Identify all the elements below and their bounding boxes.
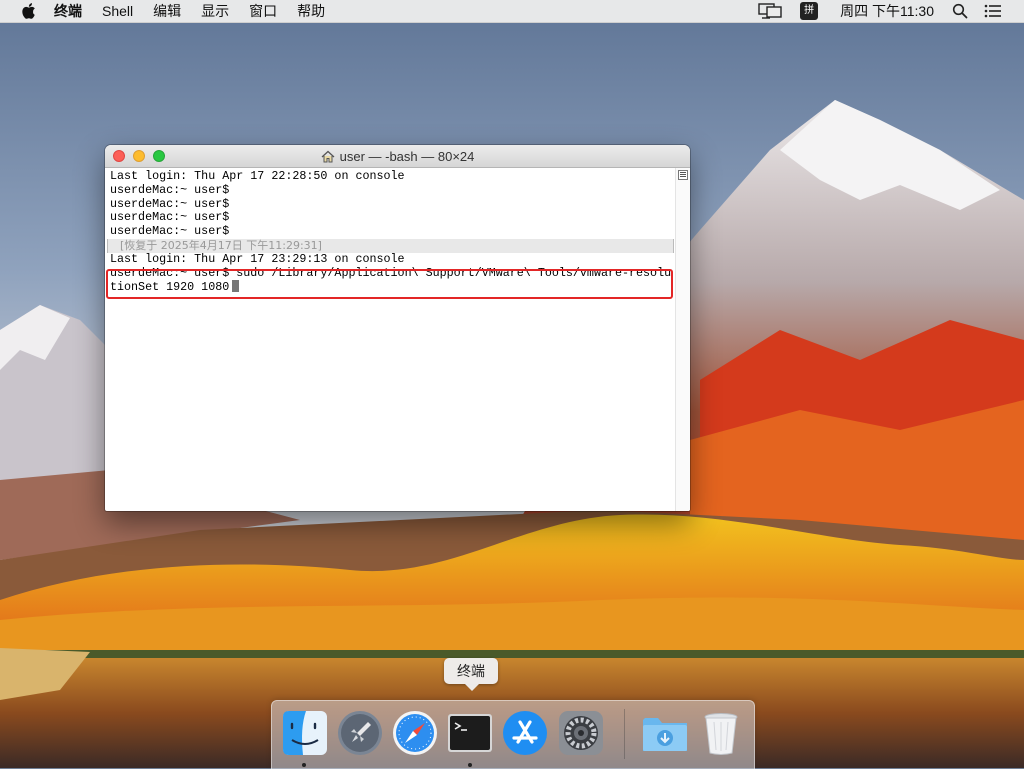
trash-icon — [704, 713, 738, 755]
downloads-folder-icon — [643, 718, 687, 751]
terminal-content[interactable]: Last login: Thu Apr 17 22:28:50 on conso… — [105, 168, 676, 511]
running-indicator — [302, 763, 306, 767]
dock-item-app-store[interactable] — [500, 708, 550, 758]
window-controls — [113, 150, 173, 162]
running-indicator — [468, 763, 472, 767]
safari-compass-icon — [393, 711, 437, 755]
terminal-icon — [448, 714, 492, 752]
dock-item-finder[interactable] — [280, 708, 330, 758]
dock-item-system-preferences[interactable] — [556, 708, 606, 758]
menu-shell[interactable]: Shell — [102, 3, 133, 19]
status-area: 拼 周四 下午11:30 — [758, 0, 1024, 22]
dock-tooltip: 终端 — [444, 658, 498, 691]
app-store-icon — [503, 711, 547, 755]
menu-clock[interactable]: 周四 下午11:30 — [840, 1, 934, 21]
dock-item-launchpad[interactable] — [335, 708, 385, 758]
dock-item-terminal[interactable] — [445, 708, 495, 758]
maximize-button[interactable] — [153, 150, 165, 162]
terminal-line: userdeMac:~ user$ — [110, 196, 230, 211]
terminal-line: userdeMac:~ user$ — [110, 210, 230, 225]
terminal-command-continuation: tionSet 1920 1080 — [110, 280, 671, 294]
minimize-button[interactable] — [133, 150, 145, 162]
dock-item-downloads[interactable] — [640, 708, 690, 758]
close-button[interactable] — [113, 150, 125, 162]
scrollbar[interactable] — [675, 168, 690, 511]
terminal-line: Last login: Thu Apr 17 22:28:50 on conso… — [110, 169, 405, 183]
terminal-line: userdeMac:~ user$ — [110, 224, 230, 239]
split-pane-icon[interactable] — [678, 170, 688, 180]
window-title: user — -bash — 80×24 — [339, 148, 475, 164]
menu-window[interactable]: 窗口 — [249, 1, 277, 21]
menu-help[interactable]: 帮助 — [297, 1, 325, 21]
dock-item-trash[interactable] — [696, 708, 746, 758]
text-cursor — [232, 280, 240, 293]
restored-session-marker: [恢复于 2025年4月17日 下午11:29:31] — [107, 238, 674, 253]
finder-icon — [283, 711, 327, 755]
dock-item-safari[interactable] — [390, 708, 440, 758]
terminal-line: userdeMac:~ user$ — [110, 182, 230, 197]
launchpad-rocket-icon — [338, 711, 382, 755]
command-args: tionSet 1920 1080 — [110, 280, 230, 295]
window-titlebar[interactable]: user — -bash — 80×24 — [105, 145, 690, 168]
dock-separator — [624, 709, 625, 759]
input-method-icon[interactable]: 拼 — [800, 2, 819, 20]
menu-edit[interactable]: 编辑 — [153, 1, 181, 21]
spotlight-search-icon[interactable] — [952, 3, 968, 19]
menu-bar: 终端 Shell 编辑 显示 窗口 帮助 拼 周四 下午11:30 — [0, 0, 1024, 23]
terminal-window: user — -bash — 80×24 Last login: Thu Apr… — [105, 145, 690, 511]
airplay-display-icon[interactable] — [758, 3, 782, 19]
dock — [271, 700, 755, 769]
system-preferences-gear-icon — [559, 711, 603, 755]
terminal-command-line: userdeMac:~ user$ sudo /Library/Applicat… — [110, 265, 672, 280]
home-folder-icon — [321, 150, 335, 162]
terminal-line: Last login: Thu Apr 17 23:29:13 on conso… — [110, 251, 405, 266]
menu-app-name[interactable]: 终端 — [54, 1, 82, 21]
window-title-group: user — -bash — 80×24 — [321, 148, 475, 164]
apple-logo-icon[interactable] — [20, 2, 36, 20]
notification-center-icon[interactable] — [984, 4, 1002, 18]
menu-view[interactable]: 显示 — [201, 1, 229, 21]
